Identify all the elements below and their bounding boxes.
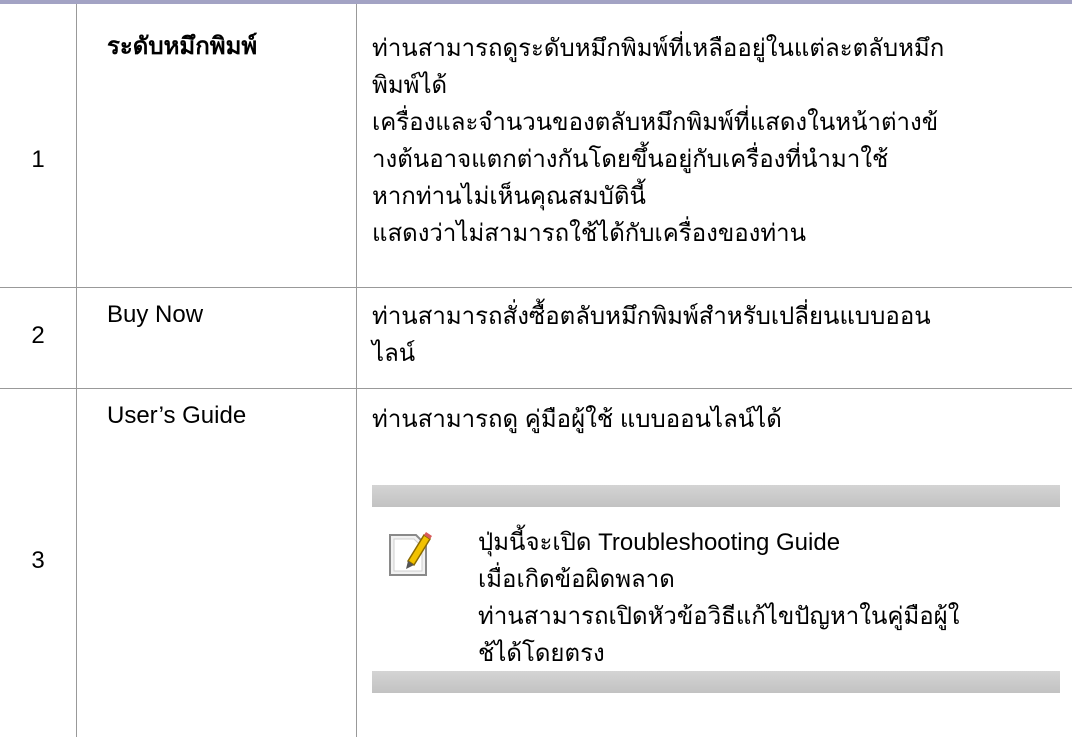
description-line: พิมพ์ได้ <box>372 72 448 99</box>
column-divider <box>76 4 77 737</box>
description-line: ท่านสามารถดูระดับหมึกพิมพ์ที่เหลืออยู่ใน… <box>372 35 945 62</box>
row-divider <box>0 287 1072 288</box>
row-divider <box>0 388 1072 389</box>
note-top-band <box>372 485 1060 507</box>
note-line: ช้ได้โดยตรง <box>478 640 605 667</box>
note-line: ท่านสามารถเปิดหัวข้อวิธีแก้ไขปัญหาในคู่ม… <box>478 603 960 630</box>
note-box: ปุ่มนี้จะเปิด Troubleshooting Guide เมื่… <box>372 485 1060 693</box>
note-prefix: ปุ่มนี้จะเปิด <box>478 529 599 556</box>
description-line: แสดงว่าไม่สามารถใช้ได้กับเครื่องของท่าน <box>372 220 807 247</box>
feature-table: 1 ระดับหมึกพิมพ์ ท่านสามารถดูระดับหมึกพิ… <box>0 0 1072 737</box>
description-line: างต้นอาจแตกต่างกันโดยขึ้นอยู่กับเครื่องท… <box>372 146 889 173</box>
description-line: ท่านสามารถดู คู่มือผู้ใช้ แบบออนไลน์ได้ <box>372 406 782 433</box>
table-top-rule <box>0 0 1072 4</box>
feature-name: Buy Now <box>107 301 204 328</box>
feature-name: User’s Guide <box>107 402 247 429</box>
note-line: ปุ่มนี้จะเปิด Troubleshooting Guide <box>478 524 1058 561</box>
column-divider <box>356 4 357 737</box>
description-line: หากท่านไม่เห็นคุณสมบัตินี้ <box>372 183 646 210</box>
note-line: เมื่อเกิดข้อผิดพลาด <box>478 566 675 593</box>
feature-description: ท่านสามารถดูระดับหมึกพิมพ์ที่เหลืออยู่ใน… <box>372 30 1062 252</box>
feature-name: ระดับหมึกพิมพ์ <box>107 33 258 60</box>
feature-description: ท่านสามารถดู คู่มือผู้ใช้ แบบออนไลน์ได้ <box>372 401 1062 438</box>
description-line: ไลน์ <box>372 340 416 367</box>
note-emphasis: Troubleshooting Guide <box>598 529 841 556</box>
row-number: 3 <box>31 547 45 574</box>
note-text: ปุ่มนี้จะเปิด Troubleshooting Guide เมื่… <box>478 524 1058 672</box>
row-number: 2 <box>31 322 45 349</box>
description-line: ท่านสามารถสั่งซื้อตลับหมึกพิมพ์สำหรับเปล… <box>372 303 931 330</box>
row-number: 1 <box>31 146 45 173</box>
description-line: เครื่องและจำนวนของตลับหมึกพิมพ์ที่แสดงใน… <box>372 109 939 136</box>
note-pencil-icon <box>389 532 432 576</box>
note-bottom-band <box>372 671 1060 693</box>
feature-description: ท่านสามารถสั่งซื้อตลับหมึกพิมพ์สำหรับเปล… <box>372 298 1062 372</box>
